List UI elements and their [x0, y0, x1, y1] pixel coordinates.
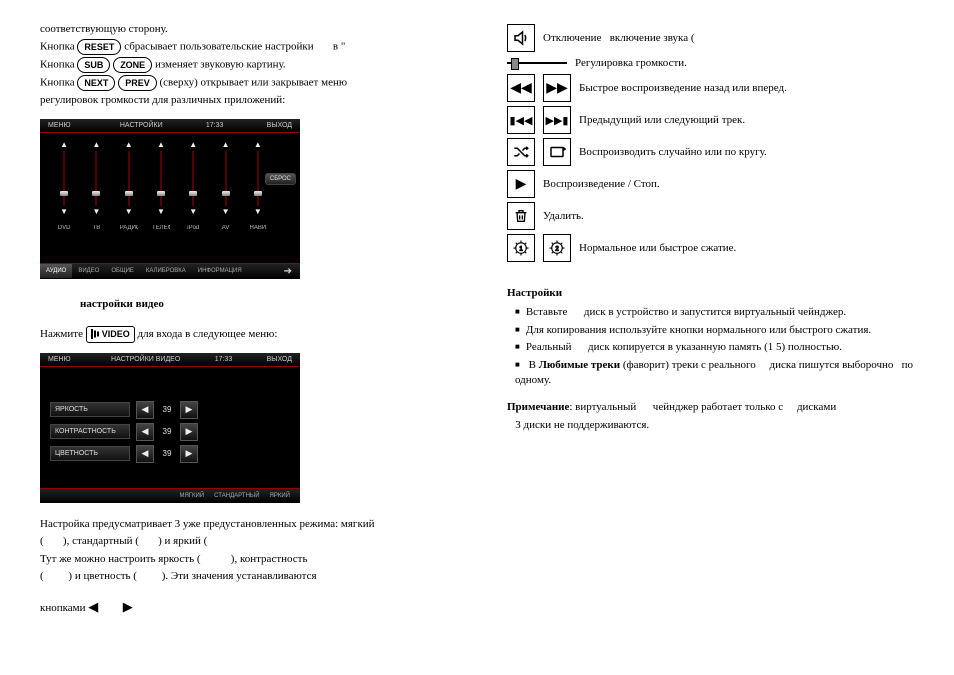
reset-button-screen[interactable]: СБРОС	[265, 173, 296, 185]
volume-slider-av[interactable]: ▲▼	[217, 141, 235, 223]
icon-row-compression: 1 2 Нормальное или быстрое сжатие.	[507, 234, 914, 262]
icon-row-shuffle-repeat: Воспроизводить случайно или по кругу.	[507, 138, 914, 166]
text-line: регулировок громкости для различных прил…	[40, 93, 447, 108]
speaker-icon[interactable]	[507, 24, 535, 52]
contrast-row: КОНТРАСТНОСТЬ ◀ 39 ▶	[50, 423, 290, 441]
screen-time: 17:33	[206, 122, 224, 129]
exit-label: ВЫХОД	[267, 356, 292, 363]
text-line: соответствующую сторону.	[40, 22, 447, 37]
text-line: Кнопка SUB ZONE изменяет звуковую картин…	[40, 57, 447, 73]
rewind-icon[interactable]: ◀◀	[507, 74, 535, 102]
volume-slider-dvd[interactable]: ▲▼	[55, 141, 73, 223]
volume-slider-radio[interactable]: ▲▼	[120, 141, 138, 223]
screen-title: НАСТРОЙКИ ВИДЕО	[111, 356, 180, 363]
icon-row-play: ▶ Воспроизведение / Стоп.	[507, 170, 914, 198]
mode-standard[interactable]: СТАНДАРТНЫЙ	[214, 493, 259, 499]
volume-slider-icon[interactable]	[507, 56, 567, 70]
tab-general[interactable]: ОБЩИЕ	[105, 264, 140, 278]
mode-bright[interactable]: ЯРКИЙ	[270, 493, 290, 499]
play-icon[interactable]: ▶	[507, 170, 535, 198]
list-item: Вставьте диск в устройство и запустится …	[515, 305, 914, 320]
icon-row-seek: ◀◀ ▶▶ Быстрое воспроизведение назад или …	[507, 74, 914, 102]
settings-heading: Настройки	[507, 286, 914, 301]
menu-label: МЕНЮ	[48, 356, 71, 363]
sub-button[interactable]: SUB	[77, 57, 110, 73]
reset-button[interactable]: RESET	[77, 39, 121, 55]
audio-settings-screenshot: МЕНЮ НАСТРОЙКИ 17:33 ВЫХОД ▲▼ ▲▼ ▲▼ ▲▼ ▲…	[40, 119, 300, 279]
left-column: соответствующую сторону. Кнопка RESET сб…	[40, 20, 447, 619]
settings-bullets: Вставьте диск в устройство и запустится …	[515, 305, 914, 388]
next-track-icon[interactable]: ▶▶▮	[543, 106, 571, 134]
volume-slider-tv[interactable]: ▲▼	[87, 141, 105, 223]
screen-time: 17:33	[215, 356, 233, 363]
video-settings-screenshot: МЕНЮ НАСТРОЙКИ ВИДЕО 17:33 ВЫХОД ЯРКОСТЬ…	[40, 353, 300, 503]
svg-text:2: 2	[555, 246, 559, 252]
arrow-right-icon[interactable]: ➔	[276, 264, 300, 279]
decrease-button[interactable]: ◀	[136, 423, 154, 441]
volume-slider-phone[interactable]: ▲▼	[152, 141, 170, 223]
screen-title: НАСТРОЙКИ	[120, 122, 163, 129]
decrease-button[interactable]: ◀	[136, 401, 154, 419]
color-row: ЦВЕТНОСТЬ ◀ 39 ▶	[50, 445, 290, 463]
icon-row-volume: Регулировка громкости.	[507, 56, 914, 70]
mode-soft[interactable]: МЯГКИЙ	[179, 493, 204, 499]
tab-info[interactable]: ИНФОРМАЦИЯ	[192, 264, 248, 278]
text-line: Кнопка RESET сбрасывает пользовательские…	[40, 39, 447, 55]
tab-calibration[interactable]: КАЛИБРОВКА	[140, 264, 192, 278]
repeat-icon[interactable]	[543, 138, 571, 166]
slider-area: ▲▼ ▲▼ ▲▼ ▲▼ ▲▼ ▲▼ ▲▼ СБРОС	[40, 133, 300, 225]
icon-row-track: ▮◀◀ ▶▶▮ Предыдущий или следующий трек.	[507, 106, 914, 134]
menu-label: МЕНЮ	[48, 122, 71, 129]
icon-row-delete: Удалить.	[507, 202, 914, 230]
previous-track-icon[interactable]: ▮◀◀	[507, 106, 535, 134]
list-item: Реальный диск копируется в указанную пам…	[515, 340, 914, 355]
increase-button[interactable]: ▶	[180, 423, 198, 441]
next-button[interactable]: NEXT	[77, 75, 115, 91]
prev-button[interactable]: PREV	[118, 75, 157, 91]
video-button[interactable]: VIDEO	[86, 326, 135, 343]
video-settings-heading: настройки видео	[80, 297, 447, 312]
tab-video[interactable]: ВИДЕО	[72, 264, 105, 278]
zone-button[interactable]: ZONE	[113, 57, 152, 73]
exit-label: ВЫХОД	[267, 122, 292, 129]
text-line: кнопками ◀ ▶	[40, 598, 447, 616]
volume-slider-ipod[interactable]: ▲▼	[184, 141, 202, 223]
arrow-buttons-icon: ◀ ▶	[88, 599, 139, 614]
text-line: ( ), стандартный ( ) и яркий (	[40, 534, 447, 549]
text-line: Кнопка NEXT PREV (сверху) открывает или …	[40, 75, 447, 91]
text-line: Тут же можно настроить яркость ( ), конт…	[40, 552, 447, 567]
icon-row-mute: Отключение включение звука (	[507, 24, 914, 52]
text-line: Нажмите VIDEO для входа в следующее меню…	[40, 326, 447, 343]
trash-icon[interactable]	[507, 202, 535, 230]
svg-text:1: 1	[519, 246, 523, 252]
increase-button[interactable]: ▶	[180, 401, 198, 419]
text-line: Настройка предусматривает 3 уже предуста…	[40, 517, 447, 532]
text-line: ( ) и цветность ( ). Эти значения устана…	[40, 569, 447, 584]
brightness-row: ЯРКОСТЬ ◀ 39 ▶	[50, 401, 290, 419]
gear2-icon[interactable]: 2	[543, 234, 571, 262]
increase-button[interactable]: ▶	[180, 445, 198, 463]
list-item: В Любимые треки (фаворит) треки с реальн…	[515, 358, 914, 389]
right-column: Отключение включение звука ( Регулировка…	[507, 20, 914, 619]
tab-audio[interactable]: АУДИО	[40, 264, 72, 278]
note-line: Примечание: виртуальный чейнджер работае…	[507, 400, 914, 415]
note-line2: 3 диски не поддерживаются.	[507, 418, 914, 433]
decrease-button[interactable]: ◀	[136, 445, 154, 463]
bars-icon	[91, 329, 99, 339]
fastforward-icon[interactable]: ▶▶	[543, 74, 571, 102]
list-item: Для копирования используйте кнопки норма…	[515, 323, 914, 338]
gear1-icon[interactable]: 1	[507, 234, 535, 262]
shuffle-icon[interactable]	[507, 138, 535, 166]
